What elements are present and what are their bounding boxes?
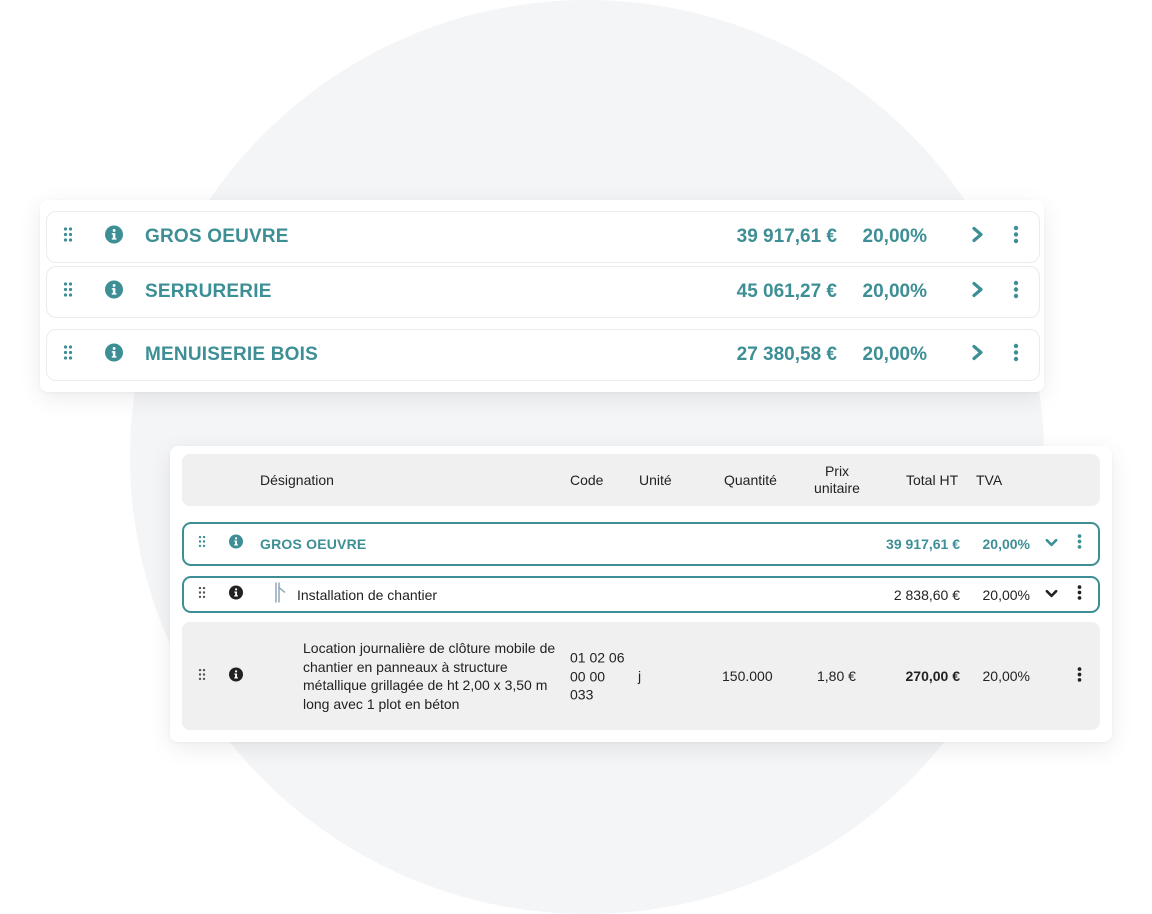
header-prix-unitaire: Prix unitaire	[814, 463, 860, 496]
info-icon[interactable]	[105, 225, 123, 249]
kebab-menu-icon[interactable]	[1013, 280, 1019, 304]
lot-name: MENUISERIE BOIS	[145, 344, 318, 365]
header-designation: Désignation	[260, 472, 334, 488]
info-icon[interactable]	[105, 280, 123, 304]
kebab-menu-icon[interactable]	[1077, 534, 1082, 554]
article-tva: 20,00%	[982, 668, 1030, 684]
article-designation: Location journalière de clôture mobile d…	[303, 640, 556, 712]
lot-row-serrurerie[interactable]: SERRURERIE 45 061,27 € 20,00%	[46, 266, 1040, 318]
header-code: Code	[570, 472, 604, 488]
table-row-article[interactable]: Location journalière de clôture mobile d…	[182, 622, 1100, 730]
kebab-menu-icon[interactable]	[1013, 343, 1019, 367]
lots-summary-card: GROS OEUVRE 39 917,61 € 20,00% SERRURERI…	[40, 200, 1044, 392]
lot-name: GROS OEUVRE	[145, 226, 289, 247]
row-total: 39 917,61 €	[886, 536, 960, 552]
kebab-menu-icon[interactable]	[1013, 225, 1019, 249]
lot-row-menuiserie-bois[interactable]: MENUISERIE BOIS 27 380,58 € 20,00%	[46, 329, 1040, 381]
header-tva: TVA	[976, 472, 1003, 488]
lot-tva: 20,00%	[862, 344, 927, 365]
header-unite: Unité	[639, 472, 672, 488]
info-icon[interactable]	[229, 534, 243, 554]
lot-name: SERRURERIE	[145, 281, 272, 302]
chevron-down-icon[interactable]	[1045, 586, 1058, 604]
article-quantite: 150.000	[722, 668, 773, 684]
row-label: Installation de chantier	[297, 586, 438, 603]
drag-handle-icon[interactable]	[63, 282, 73, 303]
chevron-right-icon[interactable]	[971, 344, 985, 366]
lot-total: 45 061,27 €	[736, 281, 837, 302]
kebab-menu-icon[interactable]	[1077, 667, 1082, 685]
info-icon[interactable]	[229, 667, 243, 685]
drag-handle-icon[interactable]	[63, 227, 73, 248]
table-row-installation-chantier[interactable]: Installation de chantier 2 838,60 € 20,0…	[182, 576, 1100, 613]
lot-row-gros-oeuvre[interactable]: GROS OEUVRE 39 917,61 € 20,00%	[46, 211, 1040, 263]
article-total-ht: 270,00 €	[905, 668, 961, 684]
drag-handle-icon[interactable]	[198, 535, 206, 553]
row-total: 2 838,60 €	[893, 586, 960, 603]
chevron-right-icon[interactable]	[971, 281, 985, 303]
article-unite: j	[638, 668, 642, 684]
row-tva: 20,00%	[982, 536, 1030, 552]
header-quantite: Quantité	[724, 472, 777, 488]
chevron-right-icon[interactable]	[971, 226, 985, 248]
header-total-ht: Total HT	[906, 472, 959, 488]
tree-branch-icon	[274, 582, 286, 607]
kebab-menu-icon[interactable]	[1077, 584, 1082, 605]
info-icon[interactable]	[105, 343, 123, 367]
drag-handle-icon[interactable]	[63, 345, 73, 366]
lot-tva: 20,00%	[862, 226, 927, 247]
lot-total: 39 917,61 €	[736, 226, 837, 247]
lot-total: 27 380,58 €	[736, 344, 837, 365]
info-icon[interactable]	[229, 585, 243, 604]
article-code: 01 02 06 00 00 033	[570, 649, 625, 703]
row-label: GROS OEUVRE	[260, 536, 367, 552]
table-header: Désignation Code Unité Quantité Prix uni…	[182, 454, 1100, 506]
chevron-down-icon[interactable]	[1045, 535, 1058, 553]
row-tva: 20,00%	[982, 586, 1030, 603]
lot-tva: 20,00%	[862, 281, 927, 302]
drag-handle-icon[interactable]	[198, 668, 206, 684]
drag-handle-icon[interactable]	[198, 586, 206, 604]
table-row-lot-gros-oeuvre[interactable]: GROS OEUVRE 39 917,61 € 20,00%	[182, 522, 1100, 566]
article-prix-unitaire: 1,80 €	[817, 668, 856, 684]
